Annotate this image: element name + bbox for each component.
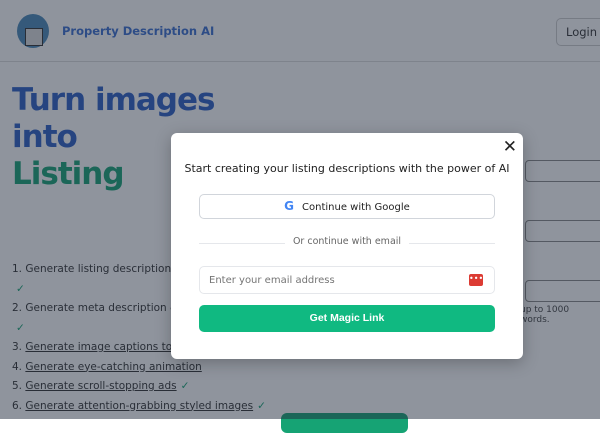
- google-icon: G: [284, 199, 295, 213]
- divider: Or continue with email: [199, 236, 495, 250]
- google-label: Continue with Google: [302, 202, 410, 213]
- password-manager-icon[interactable]: •••: [469, 274, 483, 286]
- divider-text: Or continue with email: [284, 236, 410, 247]
- magic-link-button[interactable]: Get Magic Link: [199, 305, 495, 332]
- modal-title: Start creating your listing descriptions…: [184, 162, 510, 175]
- close-icon[interactable]: ✕: [503, 137, 517, 157]
- email-input[interactable]: [199, 266, 495, 294]
- login-modal: ✕ Start creating your listing descriptio…: [171, 133, 523, 359]
- google-login-button[interactable]: G Continue with Google: [199, 194, 495, 219]
